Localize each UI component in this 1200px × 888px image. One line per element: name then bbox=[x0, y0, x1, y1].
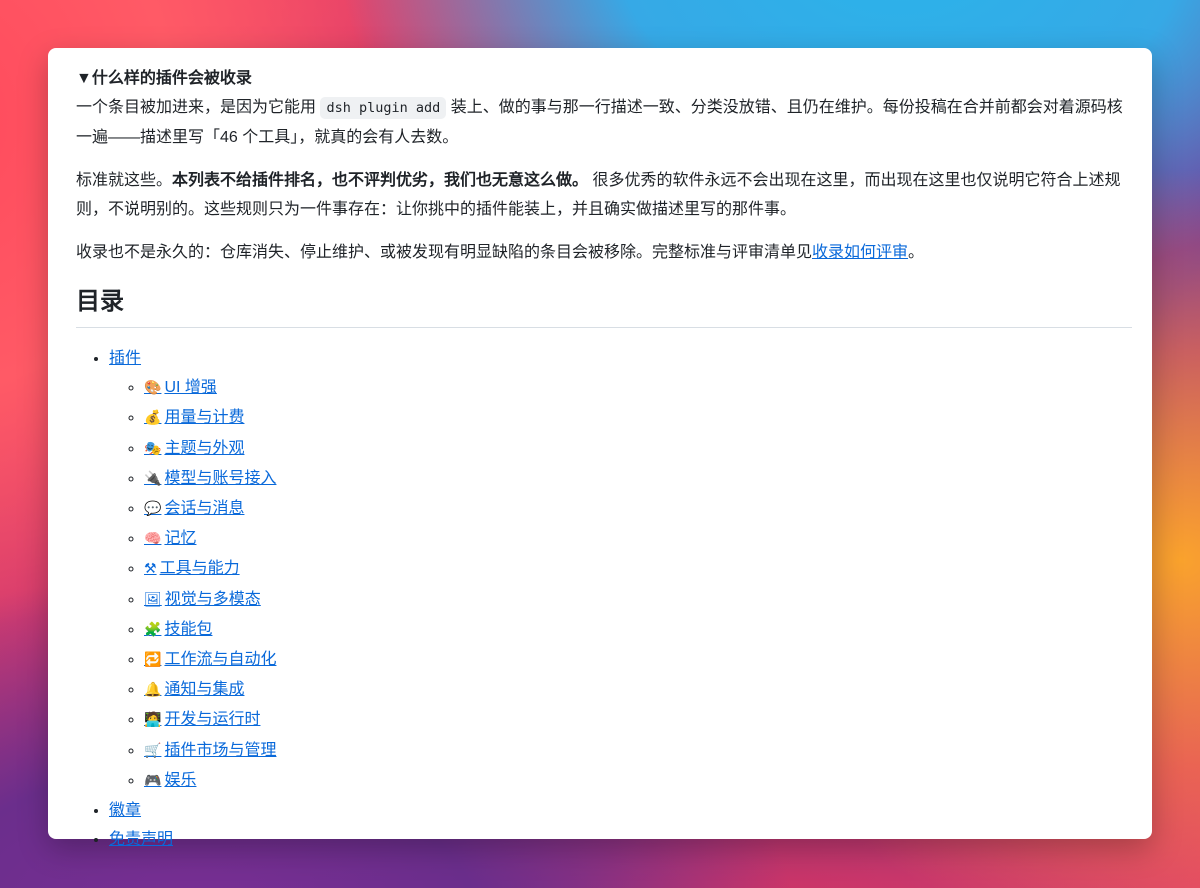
toc-item-badges: 徽章 bbox=[109, 796, 1132, 825]
brain-icon: 🧠 bbox=[144, 531, 162, 548]
toc-category-label: 视觉与多模态 bbox=[164, 590, 261, 608]
toc-category-link[interactable]: 🧑‍💻 开发与运行时 bbox=[144, 711, 260, 728]
toc-category-label: 主题与外观 bbox=[164, 439, 245, 457]
toc-category-item: 🧩技能包 bbox=[144, 615, 1132, 645]
removal-text-end: 。 bbox=[908, 244, 925, 261]
install-command-code: dsh plugin add bbox=[320, 97, 447, 119]
removal-paragraph: 收录也不是永久的：仓库消失、停止维护、或被发现有明显缺陷的条目会被移除。完整标准… bbox=[76, 238, 1132, 267]
toc-category-item: 🧑‍💻开发与运行时 bbox=[144, 705, 1132, 735]
speech-bubble-icon: 💬 bbox=[144, 501, 162, 518]
criteria-paragraph: 一个条目被加进来，是因为它能用 dsh plugin add 装上、做的事与那一… bbox=[76, 93, 1132, 152]
toc-category-item: 🎮娱乐 bbox=[144, 766, 1132, 796]
toc-category-label: UI 增强 bbox=[164, 379, 217, 397]
toc-category-item: 🔔通知与集成 bbox=[144, 675, 1132, 705]
criteria-text-start: 一个条目被加进来，是因为它能用 bbox=[76, 99, 321, 116]
toc-category-label: 工具与能力 bbox=[159, 560, 240, 578]
money-bag-icon: 💰 bbox=[144, 410, 162, 427]
toc-link-badges[interactable]: 徽章 bbox=[109, 802, 141, 819]
palette-icon: 🎨 bbox=[144, 380, 162, 397]
toc-category-item: 🔁工作流与自动化 bbox=[144, 645, 1132, 675]
toc-list: 插件 🎨UI 增强💰用量与计费🎭主题与外观🔌模型与账号接入💬会话与消息🧠记忆⚒工… bbox=[76, 344, 1132, 854]
toc-category-label: 记忆 bbox=[164, 530, 197, 548]
toc-category-item: 🖼视觉与多模态 bbox=[144, 585, 1132, 615]
toc-category-link[interactable]: 🧩 技能包 bbox=[144, 621, 212, 638]
toc-category-item: 🔌模型与账号接入 bbox=[144, 464, 1132, 494]
no-ranking-bold: 本列表不给插件排名，也不评判优劣，我们也无意这么做。 bbox=[172, 172, 589, 189]
toc-category-label: 技能包 bbox=[164, 620, 213, 638]
removal-text: 收录也不是永久的：仓库消失、停止维护、或被发现有明显缺陷的条目会被移除。完整标准… bbox=[76, 244, 813, 261]
toc-category-link[interactable]: 🖼 视觉与多模态 bbox=[144, 591, 261, 608]
puzzle-icon: 🧩 bbox=[144, 621, 162, 638]
toc-link-disclaimer[interactable]: 免责声明 bbox=[109, 831, 173, 848]
game-controller-icon: 🎮 bbox=[144, 772, 162, 789]
toc-category-label: 会话与消息 bbox=[164, 500, 245, 518]
toc-category-label: 用量与计费 bbox=[164, 409, 245, 427]
toc-category-link[interactable]: 🔁 工作流与自动化 bbox=[144, 651, 276, 668]
toc-category-link[interactable]: 🎨 UI 增强 bbox=[144, 379, 217, 396]
toc-category-link[interactable]: 🔌 模型与账号接入 bbox=[144, 470, 276, 487]
toc-category-label: 娱乐 bbox=[164, 771, 197, 789]
toc-category-item: 🎨UI 增强 bbox=[144, 373, 1132, 403]
picture-icon: 🖼 bbox=[144, 591, 162, 608]
toc-category-link[interactable]: 🎮 娱乐 bbox=[144, 772, 196, 789]
details-summary[interactable]: ▼什么样的插件会被收录 bbox=[76, 64, 1132, 93]
toc-category-link[interactable]: 🔔 通知与集成 bbox=[144, 681, 244, 698]
toc-category-link[interactable]: 🛒 插件市场与管理 bbox=[144, 742, 276, 759]
toc-category-link[interactable]: 🧠 记忆 bbox=[144, 530, 196, 547]
toc-link-plugins[interactable]: 插件 bbox=[109, 350, 141, 367]
toc-category-item: 💬会话与消息 bbox=[144, 494, 1132, 524]
theater-masks-icon: 🎭 bbox=[144, 440, 162, 457]
plug-icon: 🔌 bbox=[144, 470, 162, 487]
toc-category-label: 通知与集成 bbox=[164, 681, 245, 699]
no-ranking-text-start: 标准就这些。 bbox=[76, 172, 173, 189]
shopping-cart-icon: 🛒 bbox=[144, 742, 162, 759]
toc-item-plugins: 插件 🎨UI 增强💰用量与计费🎭主题与外观🔌模型与账号接入💬会话与消息🧠记忆⚒工… bbox=[109, 344, 1132, 796]
no-ranking-paragraph: 标准就这些。本列表不给插件排名，也不评判优劣，我们也无意这么做。 很多优秀的软件… bbox=[76, 166, 1132, 224]
repeat-icon: 🔁 bbox=[144, 652, 162, 669]
toc-category-label: 工作流与自动化 bbox=[164, 651, 277, 669]
toc-category-label: 模型与账号接入 bbox=[164, 469, 277, 487]
toc-category-link[interactable]: ⚒ 工具与能力 bbox=[144, 560, 240, 577]
toc-category-label: 插件市场与管理 bbox=[164, 741, 277, 759]
toc-item-disclaimer: 免责声明 bbox=[109, 825, 1132, 854]
bell-icon: 🔔 bbox=[144, 682, 162, 699]
readme-card: ▼什么样的插件会被收录 一个条目被加进来，是因为它能用 dsh plugin a… bbox=[48, 48, 1152, 848]
toc-category-list: 🎨UI 增强💰用量与计费🎭主题与外观🔌模型与账号接入💬会话与消息🧠记忆⚒工具与能… bbox=[109, 373, 1132, 796]
toc-category-item: 💰用量与计费 bbox=[144, 403, 1132, 433]
technologist-icon: 🧑‍💻 bbox=[144, 712, 162, 729]
toc-category-link[interactable]: 💰 用量与计费 bbox=[144, 409, 244, 426]
toc-category-link[interactable]: 🎭 主题与外观 bbox=[144, 440, 244, 457]
review-process-link[interactable]: 收录如何评审 bbox=[812, 244, 908, 261]
toc-category-item: 🎭主题与外观 bbox=[144, 434, 1132, 464]
toc-category-item: 🧠记忆 bbox=[144, 524, 1132, 554]
toc-heading: 目录 bbox=[76, 285, 1132, 328]
toc-category-label: 开发与运行时 bbox=[164, 711, 261, 729]
toc-category-item: ⚒工具与能力 bbox=[144, 554, 1132, 584]
hammer-wrench-icon: ⚒ bbox=[144, 561, 157, 578]
toc-category-link[interactable]: 💬 会话与消息 bbox=[144, 500, 244, 517]
toc-category-item: 🛒插件市场与管理 bbox=[144, 736, 1132, 766]
